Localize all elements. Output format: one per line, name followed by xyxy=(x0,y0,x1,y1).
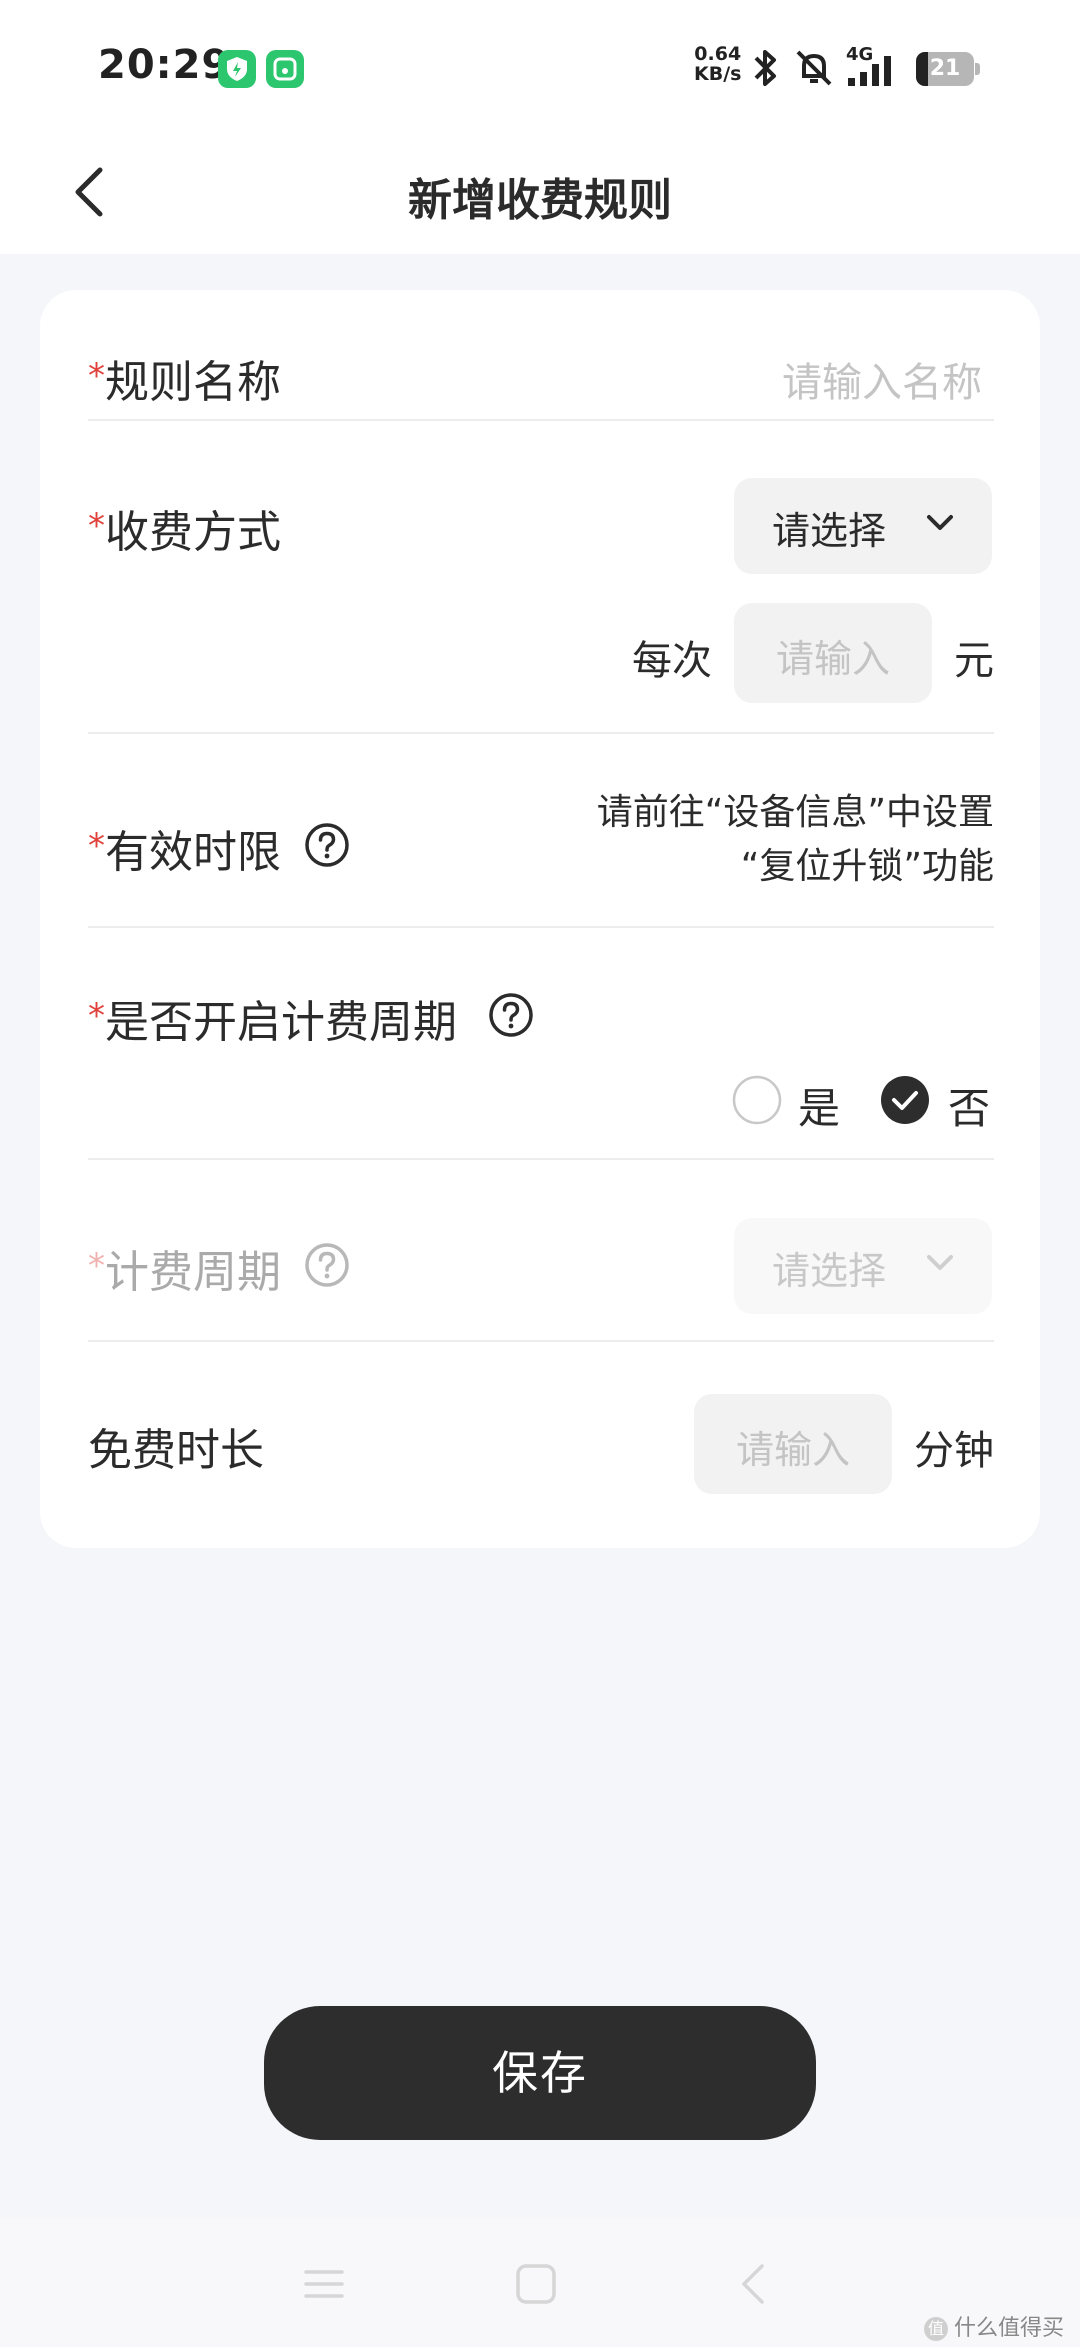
divider xyxy=(88,419,994,421)
back-nav-icon[interactable] xyxy=(732,2262,776,2306)
charge-method-label: *收费方式 xyxy=(88,506,281,558)
rule-name-label: *规则名称 xyxy=(88,356,281,408)
currency-unit: 元 xyxy=(954,638,994,684)
network-speed: 0.64 KB/s xyxy=(694,43,742,85)
billing-cycle-enabled-label: *是否开启计费周期 xyxy=(88,996,457,1048)
status-time: 20:29 xyxy=(98,42,231,88)
required-mark: * xyxy=(88,826,105,866)
signal-icon xyxy=(848,56,891,86)
page-title: 新增收费规则 xyxy=(408,175,672,226)
header: 新增收费规则 xyxy=(0,130,1080,254)
menu-icon[interactable] xyxy=(302,2262,346,2306)
watermark-text: 什么值得买 xyxy=(953,2316,1064,2341)
validity-note: 请前往“设备信息”中设置 “复位升锁”功能 xyxy=(596,792,994,887)
battery-level: 21 xyxy=(929,56,961,81)
save-button[interactable]: 保存 xyxy=(264,2006,816,2140)
battery-icon: 21 xyxy=(916,52,974,86)
watermark: 值什么值得买 xyxy=(923,2310,1064,2342)
billing-cycle-select-value: 请选择 xyxy=(772,1249,887,1293)
charge-amount-input[interactable]: 请输入 xyxy=(734,603,932,703)
divider xyxy=(88,1158,994,1160)
radio-yes-label[interactable]: 是 xyxy=(798,1075,840,1136)
free-duration-label: 免费时长 xyxy=(88,1425,264,1476)
radio-no-checked[interactable] xyxy=(880,1075,930,1125)
form-card: *规则名称 请输入名称 *收费方式 请选择 每次 请输入 元 *有效时限 请前往… xyxy=(40,290,1040,1548)
validity-help-icon[interactable] xyxy=(304,822,350,868)
charge-method-select[interactable]: 请选择 xyxy=(734,478,992,574)
system-nav-bar xyxy=(0,2218,1080,2347)
rule-name-input[interactable]: 请输入名称 xyxy=(782,350,982,408)
radio-no-label[interactable]: 否 xyxy=(948,1075,990,1136)
required-mark: * xyxy=(88,1246,105,1286)
watermark-badge: 值 xyxy=(923,2317,948,2341)
required-mark: * xyxy=(88,506,105,546)
mi-home-app-icon xyxy=(266,50,304,88)
chevron-down-icon xyxy=(927,515,953,530)
billing-cycle-help-icon[interactable] xyxy=(304,1242,350,1288)
free-duration-placeholder: 请输入 xyxy=(735,1428,850,1472)
minutes-unit: 分钟 xyxy=(914,1428,994,1474)
chevron-down-icon xyxy=(927,1255,953,1270)
validity-label: *有效时限 xyxy=(88,826,281,878)
free-duration-input[interactable]: 请输入 xyxy=(694,1394,892,1494)
divider xyxy=(88,732,994,734)
bluetooth-icon xyxy=(754,50,776,86)
radio-yes[interactable] xyxy=(732,1075,782,1125)
shield-app-icon xyxy=(218,50,256,88)
charge-amount-placeholder: 请输入 xyxy=(775,637,890,681)
status-bar: 20:29 0.64 KB/s 4G 21 xyxy=(0,0,1080,130)
divider xyxy=(88,926,994,928)
billing-cycle-select[interactable]: 请选择 xyxy=(734,1218,992,1314)
billing-cycle-label: *计费周期 xyxy=(88,1246,281,1298)
per-time-label: 每次 xyxy=(632,638,712,684)
billing-cycle-enabled-help-icon[interactable] xyxy=(488,992,534,1038)
required-mark: * xyxy=(88,356,105,396)
charge-method-select-value: 请选择 xyxy=(772,509,887,553)
home-icon[interactable] xyxy=(514,2262,558,2306)
required-mark: * xyxy=(88,996,105,1036)
battery-tip xyxy=(975,63,980,75)
mute-bell-icon xyxy=(796,50,832,86)
divider xyxy=(88,1340,994,1342)
